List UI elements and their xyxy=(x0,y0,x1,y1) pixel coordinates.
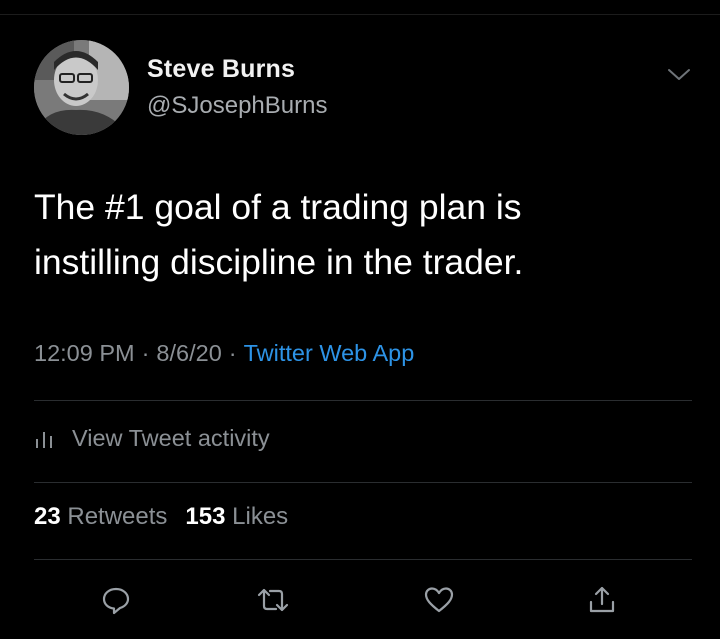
view-tweet-activity-label: View Tweet activity xyxy=(72,424,270,451)
tweet-date[interactable]: 8/6/20 xyxy=(156,340,221,366)
tweet-metadata: 12:09 PM · 8/6/20 · Twitter Web App xyxy=(34,340,414,367)
heart-icon xyxy=(424,587,454,613)
share-button[interactable] xyxy=(582,580,622,620)
reply-icon xyxy=(102,587,130,615)
meta-separator: · xyxy=(228,340,237,366)
author-handle[interactable]: @SJosephBurns xyxy=(147,92,327,120)
likes-stat[interactable]: 153 Likes xyxy=(185,503,288,530)
like-button[interactable] xyxy=(419,580,459,620)
retweets-label: Retweets xyxy=(67,503,168,530)
bar-chart-icon xyxy=(36,432,52,448)
tweet-text-line-1: The #1 goal of a trading plan is xyxy=(34,187,522,227)
view-tweet-activity-link[interactable]: View Tweet activity xyxy=(34,420,270,456)
divider xyxy=(34,482,692,483)
divider xyxy=(34,400,692,401)
tweet-action-bar xyxy=(0,580,720,624)
retweets-stat[interactable]: 23 Retweets xyxy=(34,503,167,530)
author-name[interactable]: Steve Burns xyxy=(147,55,295,84)
retweet-icon xyxy=(257,588,289,612)
divider xyxy=(34,559,692,560)
reply-button[interactable] xyxy=(96,580,136,620)
top-divider xyxy=(0,14,720,15)
tweet-source-link[interactable]: Twitter Web App xyxy=(244,340,415,366)
chevron-down-icon[interactable] xyxy=(664,60,694,90)
avatar[interactable] xyxy=(34,40,129,135)
retweet-button[interactable] xyxy=(253,580,293,620)
likes-count: 153 xyxy=(185,503,226,530)
likes-label: Likes xyxy=(232,503,289,530)
tweet-text: The #1 goal of a trading plan is instill… xyxy=(34,180,684,290)
share-icon xyxy=(589,586,615,613)
tweet-header: Steve Burns @SJosephBurns xyxy=(34,40,694,140)
meta-separator: · xyxy=(141,340,150,366)
tweet-time: 12:09 PM xyxy=(34,340,135,366)
tweet-text-line-2: instilling discipline in the trader. xyxy=(34,242,524,282)
tweet-stats: 23 Retweets 153 Likes xyxy=(34,503,288,531)
retweets-count: 23 xyxy=(34,503,61,530)
